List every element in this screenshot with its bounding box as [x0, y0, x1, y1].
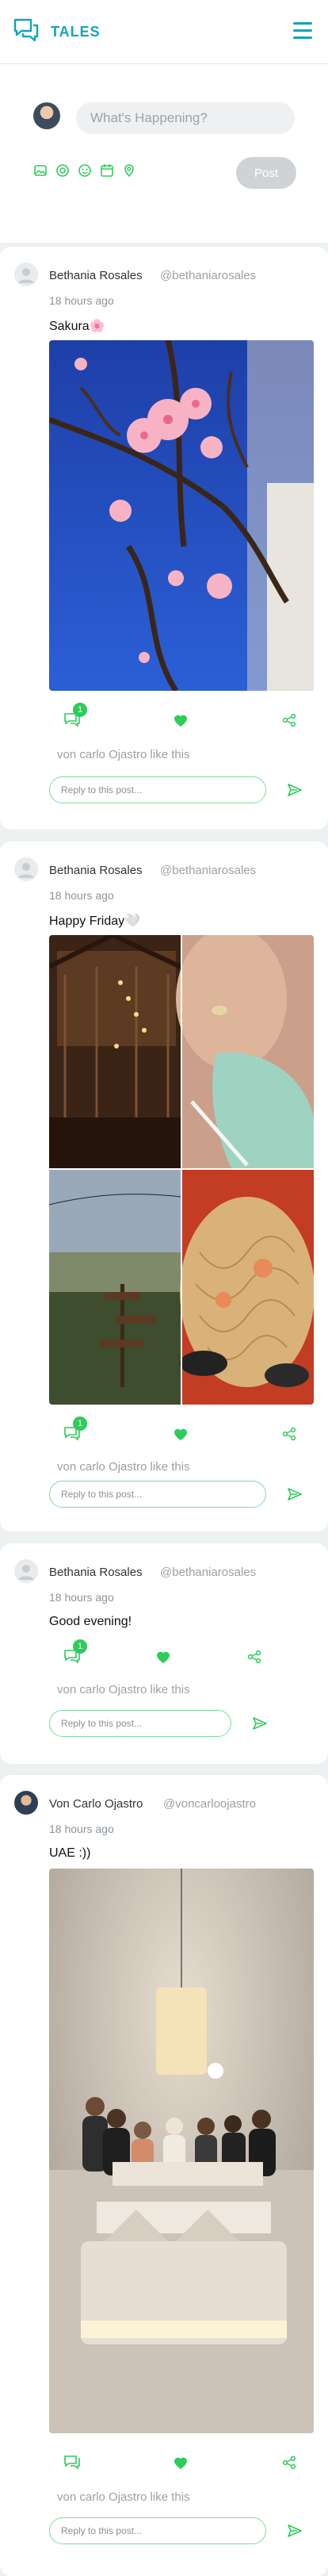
likes-text: von carlo Ojastro like this	[57, 1460, 190, 1474]
location-icon[interactable]	[122, 163, 136, 182]
reply-input[interactable]	[49, 1710, 231, 1737]
gif-icon[interactable]	[55, 163, 70, 182]
author-name[interactable]: Von Carlo Ojastro	[49, 1797, 143, 1811]
status-input[interactable]	[76, 102, 295, 134]
likes-text: von carlo Ojastro like this	[57, 2490, 190, 2504]
app-title: TALES	[51, 23, 101, 40]
hamburger-menu-icon[interactable]	[292, 21, 314, 41]
post-button[interactable]: Post	[236, 157, 296, 189]
send-icon[interactable]	[287, 1487, 303, 1505]
post-text: UAE :))	[49, 1846, 91, 1860]
avatar[interactable]	[14, 263, 38, 286]
likes-text: von carlo Ojastro like this	[57, 1683, 190, 1696]
app-header: TALES	[0, 0, 328, 63]
post-text: Sakura🌸	[49, 320, 105, 333]
author-handle[interactable]: @bethaniarosales	[160, 1566, 256, 1579]
author-handle[interactable]: @voncarloojastro	[163, 1797, 256, 1811]
post-card: Von Carlo Ojastro @voncarloojastro 18 ho…	[0, 1775, 328, 2576]
heart-icon[interactable]	[173, 713, 189, 731]
post-image-grid[interactable]	[49, 935, 314, 1405]
reply-input[interactable]	[49, 776, 266, 803]
comment-count-badge: 1	[73, 1639, 87, 1654]
likes-text: von carlo Ojastro like this	[57, 748, 190, 761]
avatar[interactable]	[14, 1559, 38, 1583]
avatar[interactable]	[14, 1791, 38, 1815]
comment-count-badge: 1	[73, 703, 87, 717]
heart-icon[interactable]	[173, 1427, 189, 1445]
share-icon[interactable]	[247, 1650, 261, 1668]
author-name[interactable]: Bethania Rosales	[49, 864, 143, 877]
author-name[interactable]: Bethania Rosales	[49, 1566, 143, 1579]
post-card: Bethania Rosales @bethaniarosales 18 hou…	[0, 247, 328, 830]
share-icon[interactable]	[282, 1427, 296, 1445]
post-time: 18 hours ago	[49, 1591, 114, 1604]
post-composer: Post	[0, 63, 328, 243]
share-icon[interactable]	[282, 2455, 296, 2474]
emoji-icon[interactable]	[78, 163, 92, 182]
avatar[interactable]	[33, 102, 60, 129]
comment-count-badge: 1	[73, 1416, 87, 1431]
reply-input[interactable]	[49, 1481, 266, 1508]
send-icon[interactable]	[287, 783, 303, 801]
post-image[interactable]	[49, 1869, 314, 2433]
chat-bubbles-icon	[13, 17, 40, 47]
post-text: Happy Friday🤍	[49, 914, 141, 928]
author-handle[interactable]: @bethaniarosales	[160, 269, 256, 282]
post-image[interactable]	[49, 340, 314, 691]
comment-icon[interactable]	[63, 2454, 81, 2474]
author-handle[interactable]: @bethaniarosales	[160, 864, 256, 877]
post-time: 18 hours ago	[49, 294, 114, 307]
author-name[interactable]: Bethania Rosales	[49, 269, 143, 282]
composer-tools	[33, 163, 136, 182]
feed: Bethania Rosales @bethaniarosales 18 hou…	[0, 243, 328, 2576]
heart-icon[interactable]	[173, 2455, 189, 2474]
heart-icon[interactable]	[155, 1650, 171, 1668]
reply-input[interactable]	[49, 2517, 266, 2544]
post-card: Bethania Rosales @bethaniarosales 18 hou…	[0, 841, 328, 1531]
post-time: 18 hours ago	[49, 889, 114, 902]
image-icon[interactable]	[33, 163, 48, 182]
avatar[interactable]	[14, 857, 38, 881]
post-card: Bethania Rosales @bethaniarosales 18 hou…	[0, 1543, 328, 1764]
post-text: Good evening!	[49, 1615, 132, 1628]
send-icon[interactable]	[252, 1716, 268, 1735]
calendar-icon[interactable]	[100, 163, 114, 182]
share-icon[interactable]	[282, 713, 296, 731]
send-icon[interactable]	[287, 2524, 303, 2542]
post-time: 18 hours ago	[49, 1823, 114, 1835]
brand[interactable]: TALES	[13, 17, 101, 47]
